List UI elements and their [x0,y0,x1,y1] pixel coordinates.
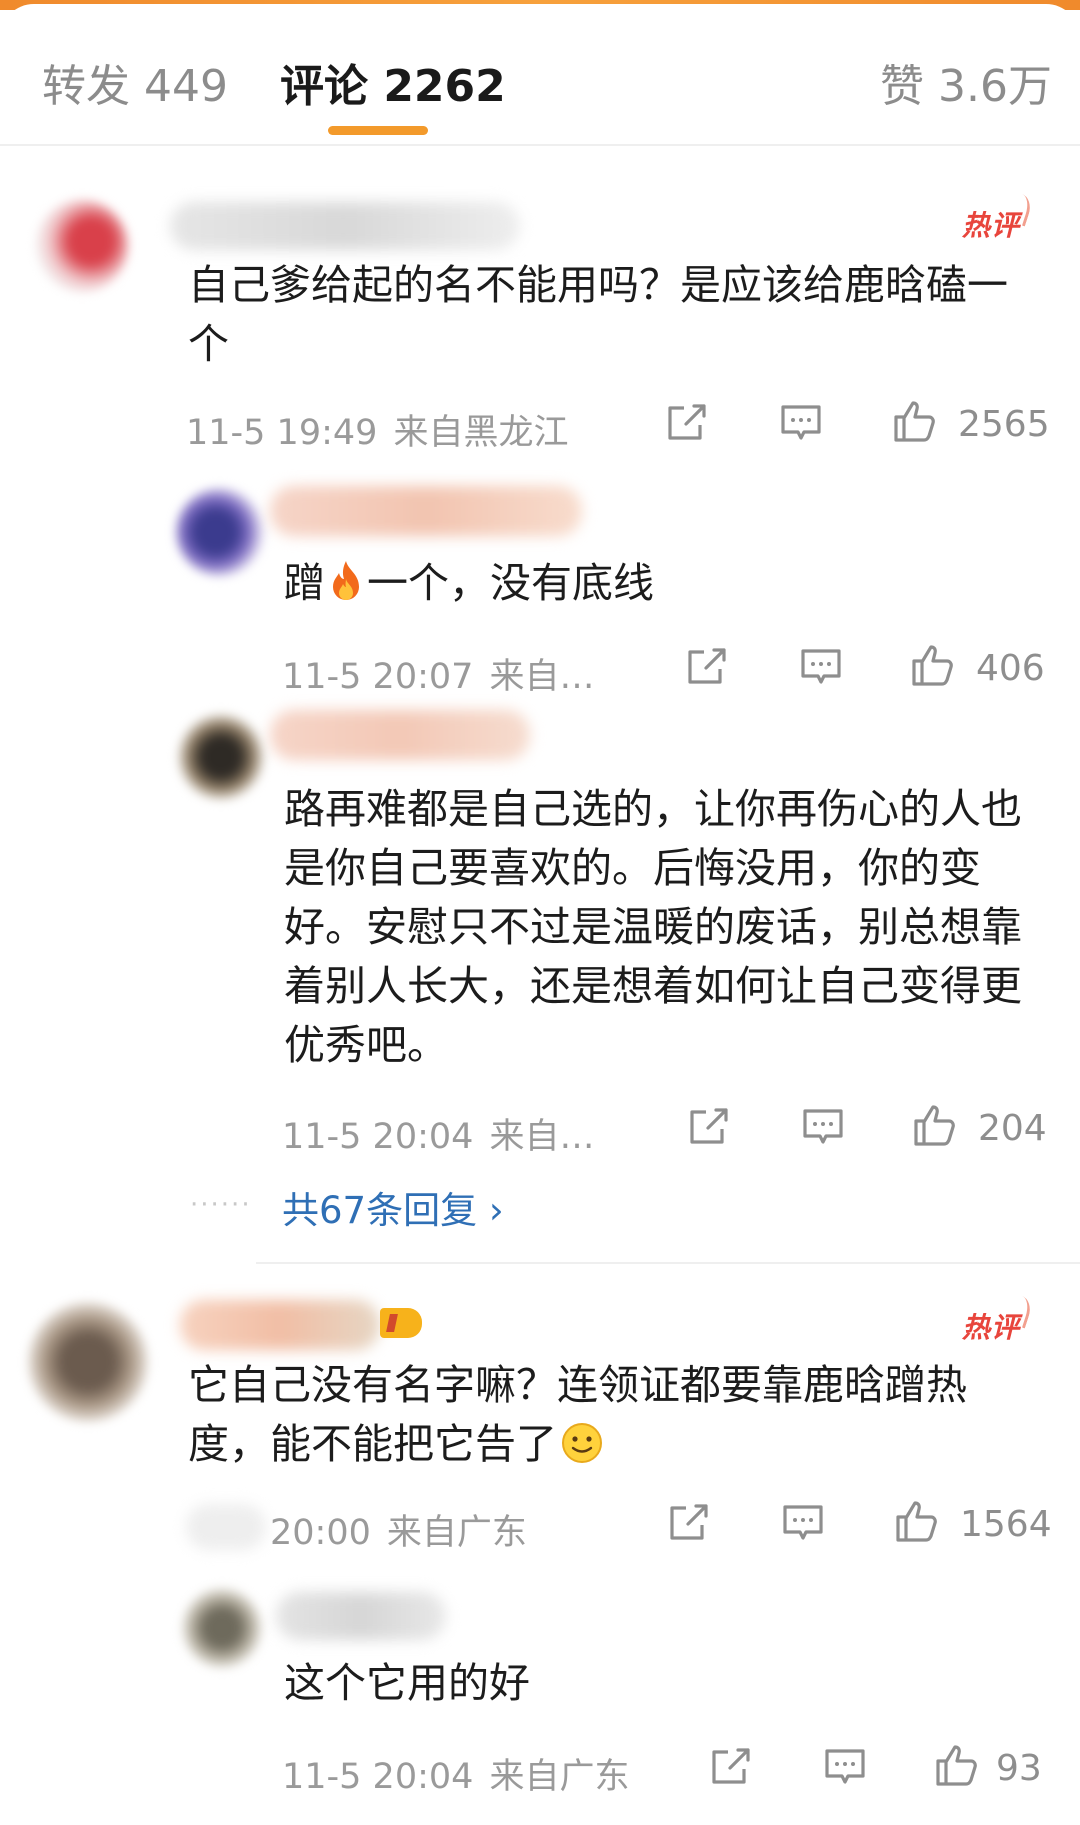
comment-text: 自己爹给起的名不能用吗？是应该给鹿晗磕一个 [188,261,1008,368]
comment-location: 来自黑龙江 [393,413,569,453]
like-icon[interactable] [894,1498,940,1544]
avatar[interactable] [182,1588,262,1668]
reply-icon[interactable] [798,644,844,690]
like-icon[interactable] [892,398,938,444]
avatar[interactable] [178,714,264,800]
like-count: 2565 [958,404,1050,445]
share-icon[interactable] [684,644,730,690]
username-redacted[interactable] [276,1592,446,1640]
level-badge-icon [380,1308,422,1338]
tab-reposts[interactable]: 转发 449 [42,50,228,114]
comment-divider [256,1262,1080,1264]
comment-meta: 11-5 19:49 来自黑龙江 [186,404,568,455]
username-redacted[interactable] [270,710,530,760]
like-count: 406 [976,648,1045,689]
date-redacted [186,1504,266,1550]
comments-sheet: 转发 449 评论 2262 赞 3.6万 热评 自己爹给起的名不能用吗？是应该… [0,4,1080,1825]
fire-emoji [333,561,359,600]
share-icon[interactable] [666,1500,712,1546]
smile-emoji [562,1423,602,1463]
like-icon[interactable] [912,1102,958,1148]
like-count: 93 [996,1748,1042,1789]
tab-likes[interactable]: 赞 3.6万 [880,50,1052,114]
like-count: 1564 [960,1504,1052,1545]
comment-text: 它自己没有名字嘛？连领证都要靠鹿晗蹭热度，能不能把它告了 [188,1361,967,1468]
like-icon[interactable] [934,1742,980,1788]
avatar[interactable] [28,1302,148,1422]
reply-icon[interactable] [780,1500,826,1546]
username-redacted[interactable] [180,1300,380,1350]
reply-icon[interactable] [778,400,824,446]
hot-comment-badge: 热评 [962,1306,1020,1346]
more-replies-dots: ······ [190,1190,252,1220]
username-redacted[interactable] [170,202,520,250]
share-icon[interactable] [708,1744,754,1790]
tab-divider [0,144,1080,146]
tab-bar: 转发 449 评论 2262 赞 3.6万 [0,4,1080,144]
like-count: 204 [978,1108,1047,1149]
active-tab-indicator [328,126,428,135]
reply-text: 这个它用的好 [284,1659,530,1707]
hot-comment-badge: 热评 [962,204,1020,244]
like-icon[interactable] [910,642,956,688]
reply-meta: 11-5 20:04 来自… [282,1117,595,1157]
reply-text: 路再难都是自己选的，让你再伤心的人也是你自己要喜欢的。后悔没用，你的变好。安慰只… [284,785,1022,1069]
more-replies-link[interactable]: 共67条回复 › [282,1180,504,1234]
reply-icon[interactable] [822,1744,868,1790]
comment-meta: 20:00 来自广东 [270,1513,527,1553]
avatar[interactable] [176,488,264,576]
share-icon[interactable] [664,400,710,446]
share-icon[interactable] [686,1104,732,1150]
reply-meta: 11-5 20:07 来自… [282,657,595,697]
reply-text: 蹭一个，没有底线 [284,559,654,607]
username-redacted[interactable] [270,486,582,536]
comment-time: 11-5 19:49 [186,413,378,453]
reply-icon[interactable] [800,1104,846,1150]
tab-comments[interactable]: 评论 2262 [280,50,506,114]
reply-meta: 11-5 20:04 来自广东 [282,1757,630,1797]
avatar[interactable] [36,200,128,292]
